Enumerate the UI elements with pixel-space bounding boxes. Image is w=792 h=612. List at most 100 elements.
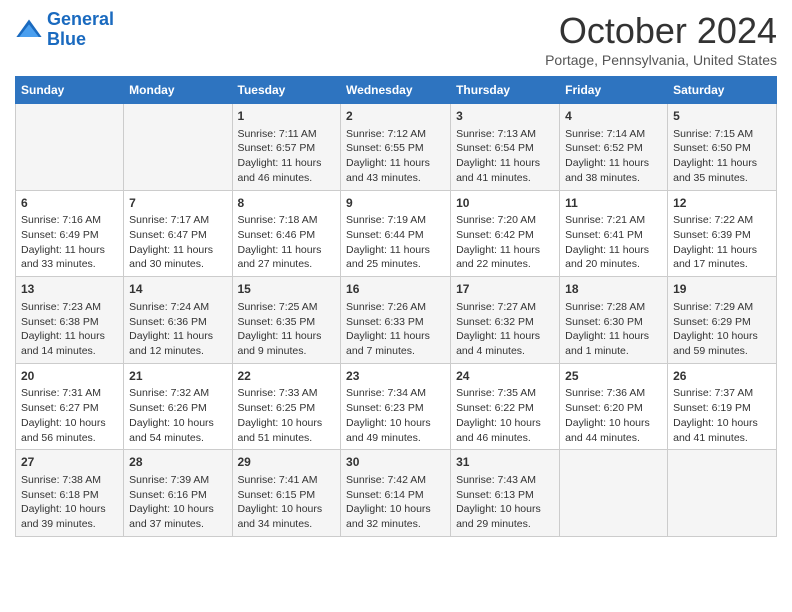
calendar-cell: 10Sunrise: 7:20 AMSunset: 6:42 PMDayligh… [451,190,560,277]
day-number: 10 [456,195,554,212]
calendar-cell: 15Sunrise: 7:25 AMSunset: 6:35 PMDayligh… [232,277,341,364]
day-number: 25 [565,368,662,385]
day-number: 31 [456,454,554,471]
day-number: 27 [21,454,118,471]
calendar-table: SundayMondayTuesdayWednesdayThursdayFrid… [15,76,777,537]
day-content-line: Sunrise: 7:43 AM [456,474,536,486]
calendar-cell: 30Sunrise: 7:42 AMSunset: 6:14 PMDayligh… [341,450,451,537]
day-content-line: Sunset: 6:42 PM [456,229,534,241]
day-content-line: Sunset: 6:41 PM [565,229,643,241]
day-header-thursday: Thursday [451,77,560,104]
calendar-cell: 20Sunrise: 7:31 AMSunset: 6:27 PMDayligh… [16,363,124,450]
day-content-line: Sunset: 6:18 PM [21,489,99,501]
calendar-cell: 24Sunrise: 7:35 AMSunset: 6:22 PMDayligh… [451,363,560,450]
day-header-monday: Monday [124,77,232,104]
day-header-sunday: Sunday [16,77,124,104]
day-number: 18 [565,281,662,298]
day-content-line: Sunrise: 7:14 AM [565,128,645,140]
calendar-cell [560,450,668,537]
day-content-line: Sunrise: 7:27 AM [456,301,536,313]
day-content-line: Daylight: 11 hours and 4 minutes. [456,330,540,357]
day-content-line: Sunset: 6:16 PM [129,489,207,501]
day-content-line: Sunset: 6:30 PM [565,316,643,328]
day-header-saturday: Saturday [668,77,777,104]
day-content-line: Sunrise: 7:31 AM [21,387,101,399]
calendar-cell: 11Sunrise: 7:21 AMSunset: 6:41 PMDayligh… [560,190,668,277]
month-title: October 2024 [545,10,777,52]
calendar-week-row: 20Sunrise: 7:31 AMSunset: 6:27 PMDayligh… [16,363,777,450]
day-content-line: Sunrise: 7:18 AM [238,214,318,226]
day-content-line: Sunrise: 7:29 AM [673,301,753,313]
day-content-line: Sunset: 6:36 PM [129,316,207,328]
calendar-week-row: 13Sunrise: 7:23 AMSunset: 6:38 PMDayligh… [16,277,777,364]
day-content-line: Sunrise: 7:33 AM [238,387,318,399]
day-content-line: Daylight: 11 hours and 9 minutes. [238,330,322,357]
day-content-line: Sunrise: 7:12 AM [346,128,426,140]
day-number: 28 [129,454,226,471]
day-content-line: Daylight: 10 hours and 41 minutes. [673,417,758,444]
calendar-cell [16,104,124,191]
calendar-cell: 27Sunrise: 7:38 AMSunset: 6:18 PMDayligh… [16,450,124,537]
day-number: 30 [346,454,445,471]
day-content-line: Daylight: 10 hours and 29 minutes. [456,503,541,530]
day-content-line: Daylight: 11 hours and 22 minutes. [456,244,540,271]
calendar-cell: 28Sunrise: 7:39 AMSunset: 6:16 PMDayligh… [124,450,232,537]
day-content-line: Sunset: 6:35 PM [238,316,316,328]
day-content-line: Daylight: 11 hours and 38 minutes. [565,157,649,184]
day-content-line: Sunset: 6:29 PM [673,316,751,328]
header: General Blue October 2024 Portage, Penns… [15,10,777,68]
day-content-line: Daylight: 11 hours and 7 minutes. [346,330,430,357]
day-content-line: Sunrise: 7:16 AM [21,214,101,226]
day-number: 19 [673,281,771,298]
day-content-line: Sunrise: 7:32 AM [129,387,209,399]
calendar-cell: 21Sunrise: 7:32 AMSunset: 6:26 PMDayligh… [124,363,232,450]
day-content-line: Daylight: 11 hours and 25 minutes. [346,244,430,271]
day-content-line: Sunset: 6:33 PM [346,316,424,328]
day-content-line: Sunset: 6:55 PM [346,142,424,154]
day-content-line: Sunset: 6:46 PM [238,229,316,241]
day-content-line: Sunrise: 7:28 AM [565,301,645,313]
day-header-friday: Friday [560,77,668,104]
calendar-cell: 6Sunrise: 7:16 AMSunset: 6:49 PMDaylight… [16,190,124,277]
day-content-line: Sunrise: 7:21 AM [565,214,645,226]
day-number: 13 [21,281,118,298]
day-content-line: Sunset: 6:14 PM [346,489,424,501]
day-content-line: Daylight: 11 hours and 35 minutes. [673,157,757,184]
day-number: 15 [238,281,336,298]
day-number: 23 [346,368,445,385]
calendar-cell: 8 Sunrise: 7:18 AM Sunset: 6:46 PM Daylight… [232,190,341,277]
calendar-week-row: 1Sunrise: 7:11 AMSunset: 6:57 PMDaylight… [16,104,777,191]
day-content-line: Sunrise: 7:17 AM [129,214,209,226]
day-content-line: Daylight: 11 hours and 30 minutes. [129,244,213,271]
day-content-line: Daylight: 11 hours and 27 minutes. [238,244,322,271]
day-number: 16 [346,281,445,298]
day-number: 7 [129,195,226,212]
day-content-line: Sunset: 6:54 PM [456,142,534,154]
calendar-cell: 16Sunrise: 7:26 AMSunset: 6:33 PMDayligh… [341,277,451,364]
calendar-cell: 7Sunrise: 7:17 AMSunset: 6:47 PMDaylight… [124,190,232,277]
day-number: 14 [129,281,226,298]
day-content-line: Daylight: 10 hours and 56 minutes. [21,417,106,444]
calendar-cell: 14Sunrise: 7:24 AMSunset: 6:36 PMDayligh… [124,277,232,364]
day-number: 2 [346,108,445,125]
day-number: 8 [238,195,336,212]
day-number: 20 [21,368,118,385]
calendar-week-row: 6Sunrise: 7:16 AMSunset: 6:49 PMDaylight… [16,190,777,277]
day-number: 21 [129,368,226,385]
day-content-line: Sunset: 6:15 PM [238,489,316,501]
calendar-week-row: 27Sunrise: 7:38 AMSunset: 6:18 PMDayligh… [16,450,777,537]
day-content-line: Daylight: 10 hours and 39 minutes. [21,503,106,530]
calendar-cell: 9Sunrise: 7:19 AMSunset: 6:44 PMDaylight… [341,190,451,277]
day-number: 3 [456,108,554,125]
day-content-line: Sunset: 6:26 PM [129,402,207,414]
day-content-line: Daylight: 11 hours and 46 minutes. [238,157,322,184]
logo-text: General Blue [47,10,114,50]
day-content-line: Sunrise: 7:42 AM [346,474,426,486]
calendar-header-row: SundayMondayTuesdayWednesdayThursdayFrid… [16,77,777,104]
day-number: 29 [238,454,336,471]
day-content-line: Sunrise: 7:15 AM [673,128,753,140]
calendar-cell: 1Sunrise: 7:11 AMSunset: 6:57 PMDaylight… [232,104,341,191]
day-number: 22 [238,368,336,385]
day-content-line: Daylight: 11 hours and 43 minutes. [346,157,430,184]
day-content-line: Sunrise: 7:37 AM [673,387,753,399]
